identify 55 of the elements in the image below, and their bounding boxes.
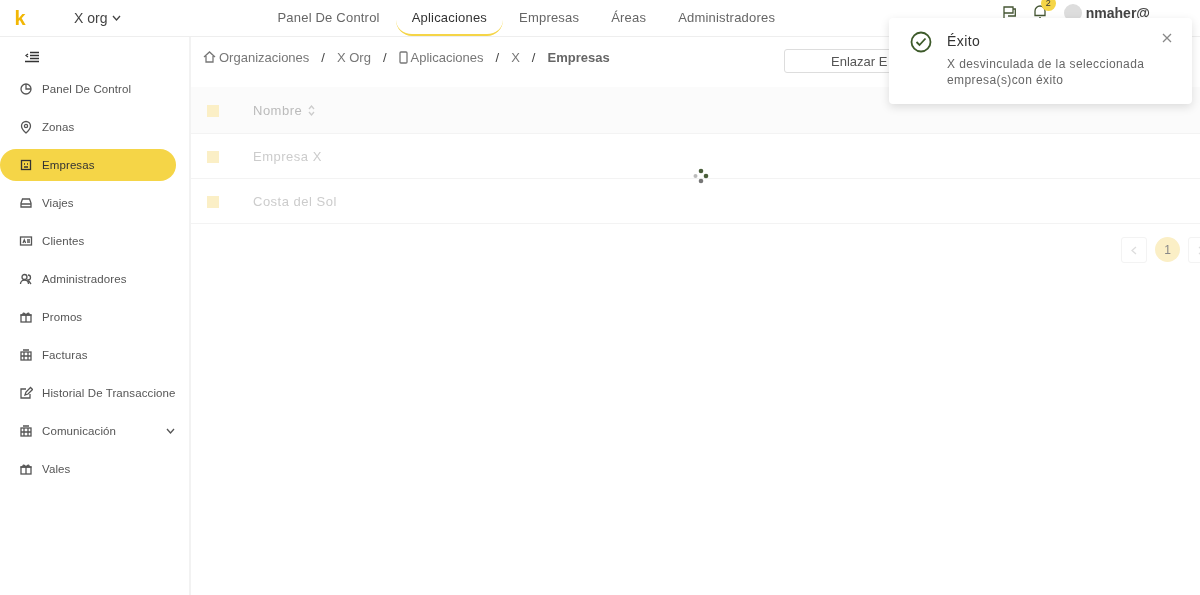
sidebar-item[interactable]: Clientes <box>0 225 189 257</box>
car-icon <box>19 196 33 210</box>
sidebar-item[interactable]: Panel De Control <box>0 73 189 105</box>
nav-tab[interactable]: Áreas <box>595 0 663 36</box>
org-selector[interactable]: X org <box>74 10 122 26</box>
nav-tab[interactable]: Aplicaciones <box>395 0 504 36</box>
sidebar-item[interactable]: Viajes <box>0 187 189 219</box>
nav-tab[interactable]: Administradores <box>662 0 792 36</box>
toast-title: Éxito <box>947 33 982 49</box>
chart-icon <box>19 82 33 96</box>
menu-collapse-icon <box>25 51 39 63</box>
checkbox[interactable] <box>207 105 219 118</box>
home-icon <box>203 51 216 63</box>
gift-icon <box>19 462 33 476</box>
nav-tab[interactable]: Empresas <box>503 0 596 36</box>
chevron-down-icon <box>166 428 175 434</box>
gift-icon <box>19 310 33 324</box>
sidebar-item[interactable]: Facturas <box>0 339 189 371</box>
chevron-left-icon <box>1131 245 1137 255</box>
sidebar-item[interactable]: Comunicación <box>0 415 189 447</box>
check-circle-icon <box>910 31 932 53</box>
bell-icon <box>1033 4 1046 19</box>
breadcrumb-separator: / <box>495 49 500 65</box>
location-pin-icon <box>19 120 33 134</box>
sidebar-item[interactable]: Vales <box>0 453 189 485</box>
checkbox[interactable] <box>207 196 219 209</box>
nav-tab[interactable]: Panel De Control <box>261 0 396 36</box>
breadcrumb-separator: / <box>321 49 325 65</box>
sidebar-item[interactable]: Zonas <box>0 111 189 143</box>
edit-icon <box>19 386 33 400</box>
sidebar-item[interactable]: Historial De Transaccione <box>0 377 189 409</box>
grid-icon <box>19 424 33 438</box>
phone-icon <box>398 50 408 64</box>
breadcrumb-current: Empresas <box>547 49 610 65</box>
flag-icon <box>1002 6 1016 20</box>
sidebar-item[interactable]: Empresas <box>0 149 176 181</box>
grid-icon <box>19 348 33 362</box>
user-name[interactable]: nmaher@ <box>1085 5 1150 21</box>
toast-message: X desvinculada de la seleccionada empresa(s)con éxito <box>947 56 1146 88</box>
sidebar-item[interactable]: Promos <box>0 301 189 333</box>
users-icon <box>19 272 33 286</box>
breadcrumb-link[interactable]: Organizaciones <box>203 49 310 65</box>
chevron-down-icon <box>112 15 122 21</box>
previous-page-button[interactable] <box>1121 237 1147 263</box>
breadcrumb-link[interactable]: X Org <box>336 49 371 65</box>
notification-badge: 2 <box>1040 0 1056 11</box>
close-icon <box>1162 33 1172 43</box>
sort-icon <box>308 104 316 116</box>
sidebar-item[interactable]: Administradores <box>0 263 189 295</box>
breadcrumb-link[interactable]: Aplicaciones <box>398 49 484 65</box>
breadcrumb-separator: / <box>382 49 387 65</box>
checkbox[interactable] <box>207 151 219 164</box>
breadcrumb-separator: / <box>531 49 536 65</box>
breadcrumb-link[interactable]: X <box>511 49 520 65</box>
id-card-icon <box>19 234 33 248</box>
